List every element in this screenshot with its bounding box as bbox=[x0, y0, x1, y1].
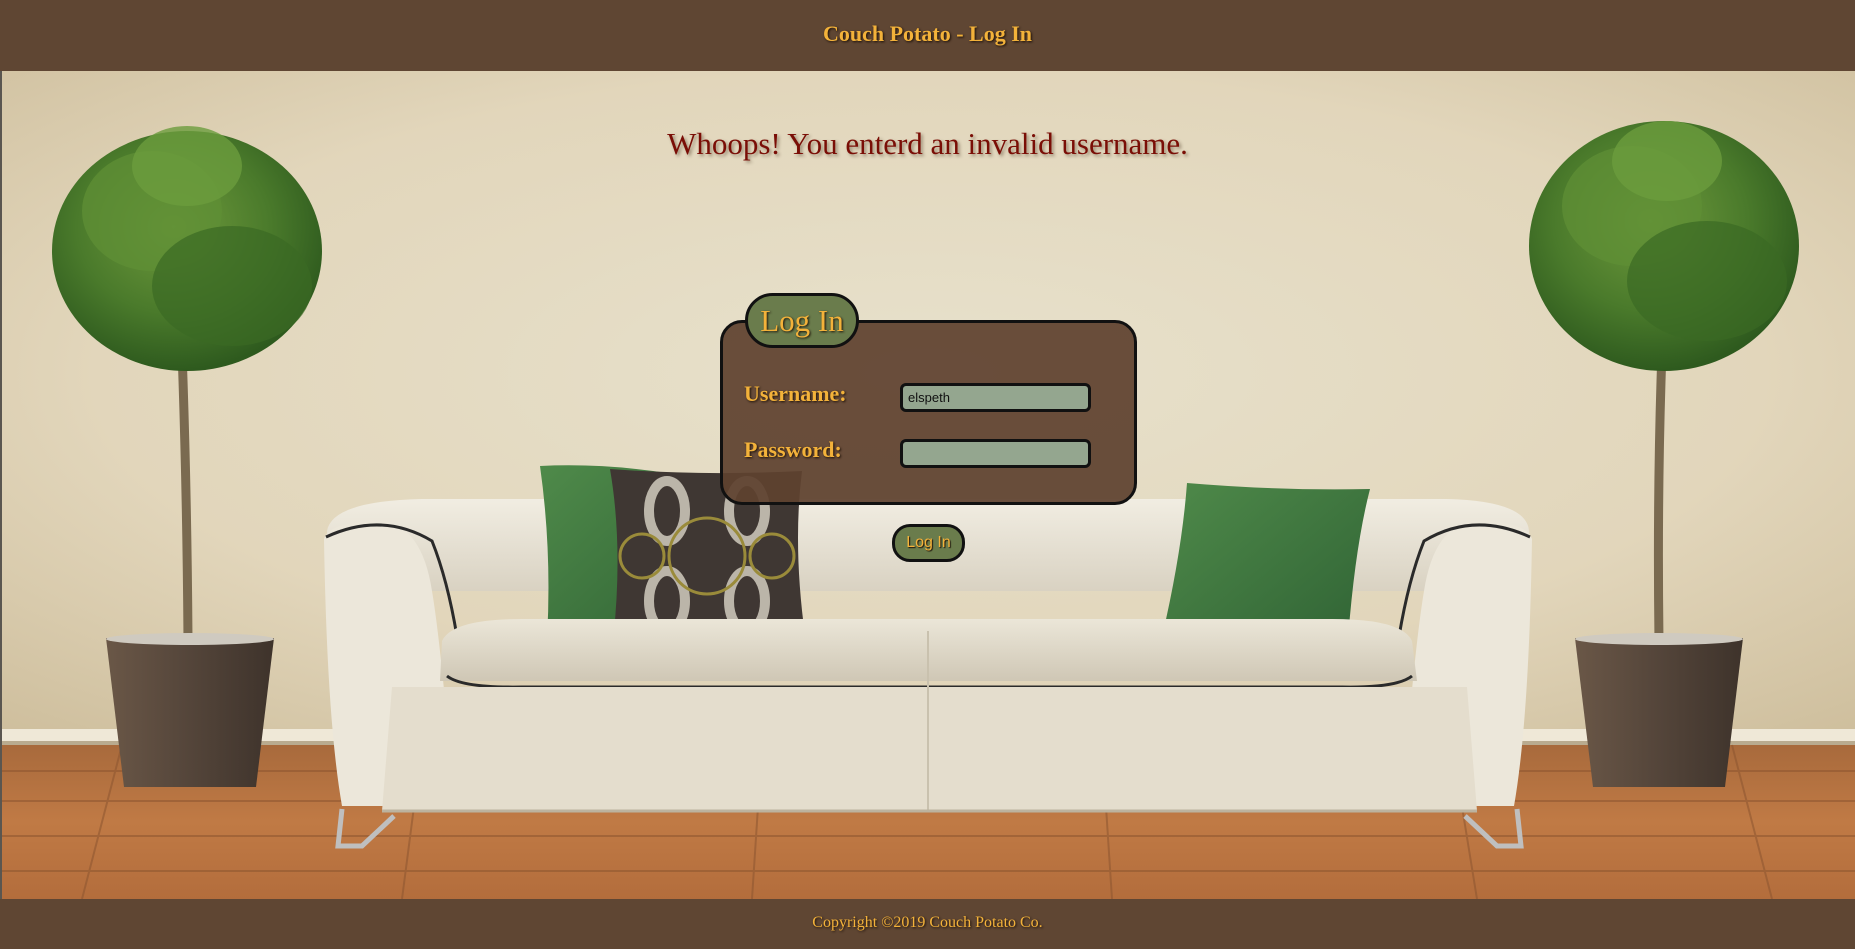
password-label: Password: bbox=[744, 437, 842, 462]
username-label: Username: bbox=[744, 381, 847, 406]
login-legend: Log In bbox=[745, 293, 859, 348]
username-input[interactable] bbox=[900, 383, 1091, 412]
footer-bar: Copyright ©2019 Couch Potato Co. bbox=[0, 899, 1855, 949]
copyright-text: Copyright ©2019 Couch Potato Co. bbox=[812, 913, 1043, 931]
login-button[interactable]: Log In bbox=[892, 524, 965, 562]
page-title: Couch Potato - Log In bbox=[822, 21, 1032, 46]
password-input[interactable] bbox=[900, 439, 1091, 468]
error-message: Whoops! You enterd an invalid username. bbox=[667, 126, 1188, 161]
header-bar: Couch Potato - Log In bbox=[0, 0, 1855, 71]
login-page: Couch Potato - Log In Whoops! You enterd… bbox=[0, 0, 1855, 949]
